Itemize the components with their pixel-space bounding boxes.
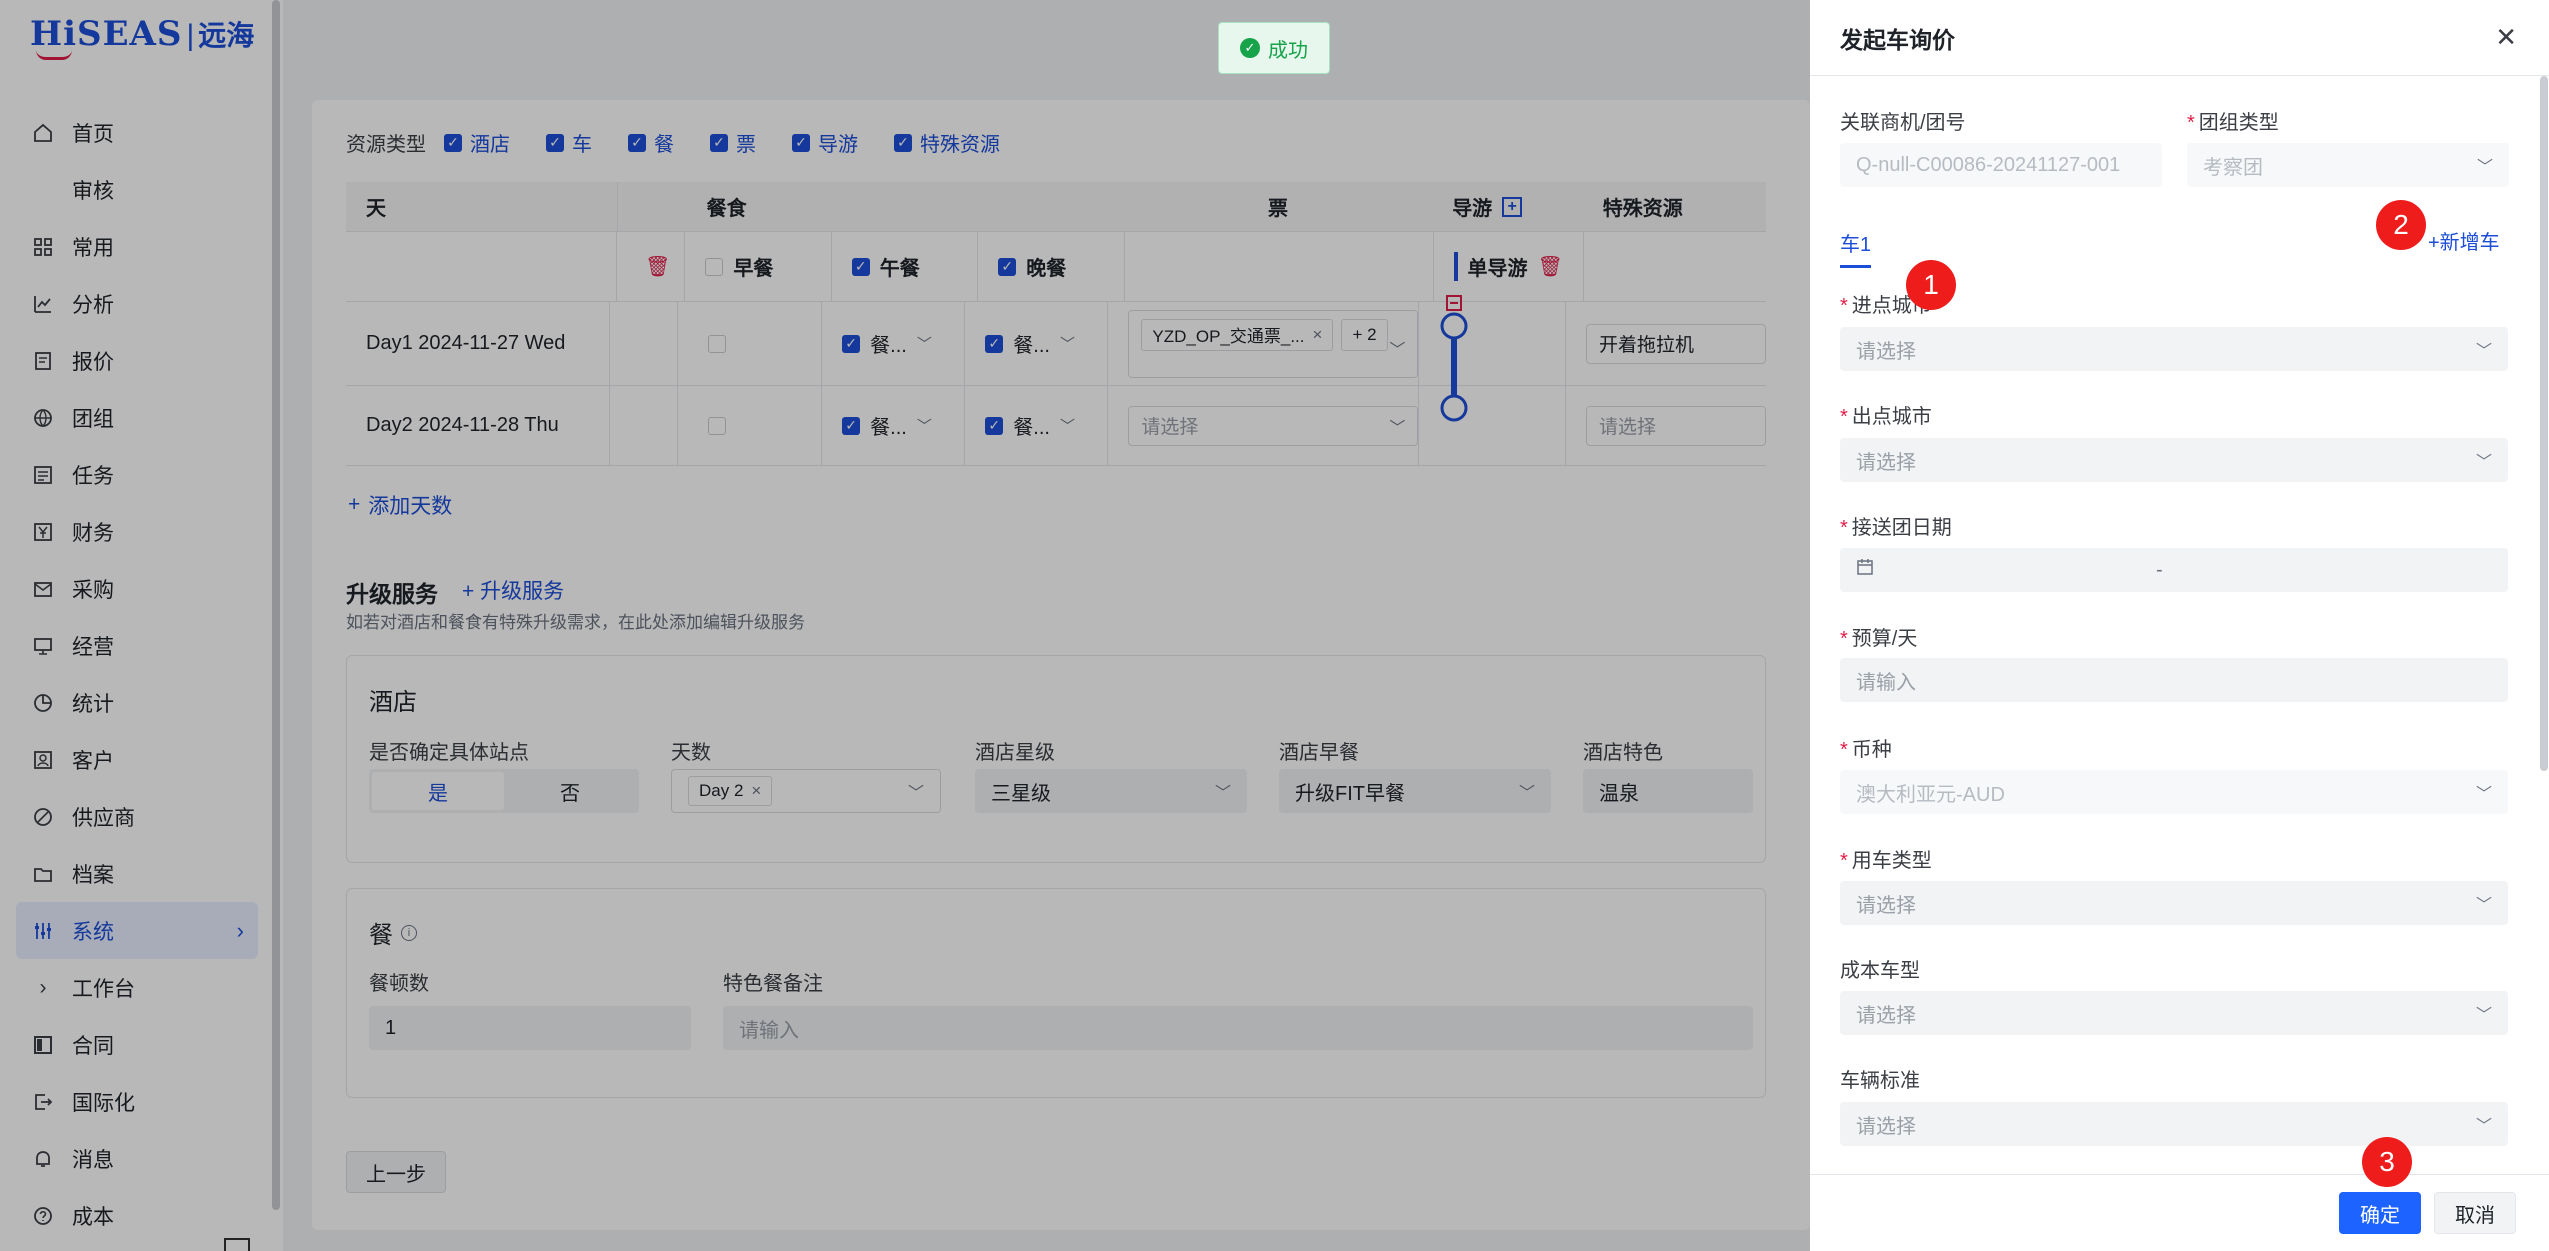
chevron-down-icon: ﹀ bbox=[2475, 1118, 2492, 1135]
chevron-down-icon: ﹀ bbox=[2475, 1007, 2492, 1024]
transfer-date-range[interactable]: - bbox=[1840, 548, 2508, 592]
check-circle-icon: ✓ bbox=[1240, 38, 1260, 58]
chevron-down-icon: ﹀ bbox=[2475, 897, 2492, 914]
currency-select: 澳大利亚元-AUD ﹀ bbox=[1840, 770, 2508, 814]
vehicle-type-placeholder: 请选择 bbox=[1856, 894, 1916, 917]
cost-vehicle-select[interactable]: 请选择 ﹀ bbox=[1840, 991, 2508, 1035]
chevron-down-icon: ﹀ bbox=[2475, 454, 2492, 471]
confirm-button[interactable]: 确定 bbox=[2339, 1192, 2421, 1234]
exit-city-select[interactable]: 请选择 ﹀ bbox=[1840, 438, 2508, 482]
related-label: 关联商机/团号 bbox=[1840, 112, 1966, 134]
vehicle-type-label: * 用车类型 bbox=[1840, 844, 1932, 873]
required-mark: * bbox=[2187, 112, 2195, 134]
entry-city-placeholder: 请选择 bbox=[1856, 340, 1916, 363]
toast-text: 成功 bbox=[1268, 39, 1308, 62]
entry-city-select[interactable]: 请选择 ﹀ bbox=[1840, 327, 2508, 371]
related-input: Q-null-C00086-20241127-001 bbox=[1840, 143, 2162, 187]
close-icon[interactable]: ✕ bbox=[2495, 22, 2517, 53]
vehicle-standard-select[interactable]: 请选择 ﹀ bbox=[1840, 1102, 2508, 1146]
currency-value: 澳大利亚元-AUD bbox=[1856, 783, 2005, 806]
drawer-title: 发起车询价 bbox=[1840, 26, 1955, 53]
group-type-value: 考察团 bbox=[2203, 156, 2263, 179]
annotation-badge-2: 2 bbox=[2376, 200, 2426, 250]
required-mark: * bbox=[1840, 739, 1848, 761]
budget-label: * 预算/天 bbox=[1840, 622, 1917, 651]
required-mark: * bbox=[1840, 628, 1848, 650]
car-inquiry-drawer: 发起车询价 ✕ bbox=[1810, 0, 2549, 1251]
group-type-label-text: 团组类型 bbox=[2198, 112, 2279, 134]
drawer-scrollbar[interactable] bbox=[2540, 76, 2548, 771]
modal-overlay[interactable] bbox=[0, 0, 1810, 1251]
vehicle-type-select[interactable]: 请选择 ﹀ bbox=[1840, 881, 2508, 925]
annotation-badge-1: 1 bbox=[1906, 260, 1956, 310]
chevron-down-icon: ﹀ bbox=[2475, 343, 2492, 360]
calendar-icon bbox=[1856, 558, 1874, 582]
exit-city-label: * 出点城市 bbox=[1840, 400, 1932, 429]
budget-label-text: 预算/天 bbox=[1851, 628, 1918, 650]
cost-vehicle-label: 成本车型 bbox=[1840, 960, 1920, 982]
chevron-down-icon: ﹀ bbox=[2476, 159, 2493, 176]
group-type-label: * 团组类型 bbox=[2187, 106, 2279, 135]
currency-label: * 币种 bbox=[1840, 733, 1892, 762]
date-range-separator: - bbox=[2156, 558, 2163, 581]
required-mark: * bbox=[1840, 517, 1848, 539]
add-car-button[interactable]: +新增车 bbox=[2428, 226, 2500, 255]
exit-city-label-text: 出点城市 bbox=[1851, 406, 1932, 428]
chevron-down-icon: ﹀ bbox=[2475, 786, 2492, 803]
vehicle-standard-label: 车辆标准 bbox=[1840, 1070, 1920, 1092]
vehicle-type-label-text: 用车类型 bbox=[1851, 850, 1932, 872]
drawer-header: 发起车询价 ✕ bbox=[1810, 0, 2549, 76]
cost-vehicle-placeholder: 请选择 bbox=[1856, 1004, 1916, 1027]
currency-label-text: 币种 bbox=[1851, 739, 1892, 761]
annotation-badge-3: 3 bbox=[2362, 1137, 2412, 1187]
success-toast: ✓ 成功 bbox=[1218, 22, 1330, 74]
budget-input[interactable]: 请输入 bbox=[1840, 658, 2508, 702]
transfer-date-label: * 接送团日期 bbox=[1840, 511, 1952, 540]
transfer-date-label-text: 接送团日期 bbox=[1851, 517, 1952, 539]
vehicle-standard-placeholder: 请选择 bbox=[1856, 1115, 1916, 1138]
related-value: Q-null-C00086-20241127-001 bbox=[1856, 153, 2121, 176]
required-mark: * bbox=[1840, 850, 1848, 872]
group-type-select: 考察团 ﹀ bbox=[2187, 143, 2509, 187]
exit-city-placeholder: 请选择 bbox=[1856, 451, 1916, 474]
required-mark: * bbox=[1840, 406, 1848, 428]
budget-placeholder: 请输入 bbox=[1856, 671, 1916, 694]
required-mark: * bbox=[1840, 295, 1848, 317]
tab-car-1[interactable]: 车1 bbox=[1840, 228, 1872, 268]
cancel-button[interactable]: 取消 bbox=[2434, 1192, 2516, 1234]
